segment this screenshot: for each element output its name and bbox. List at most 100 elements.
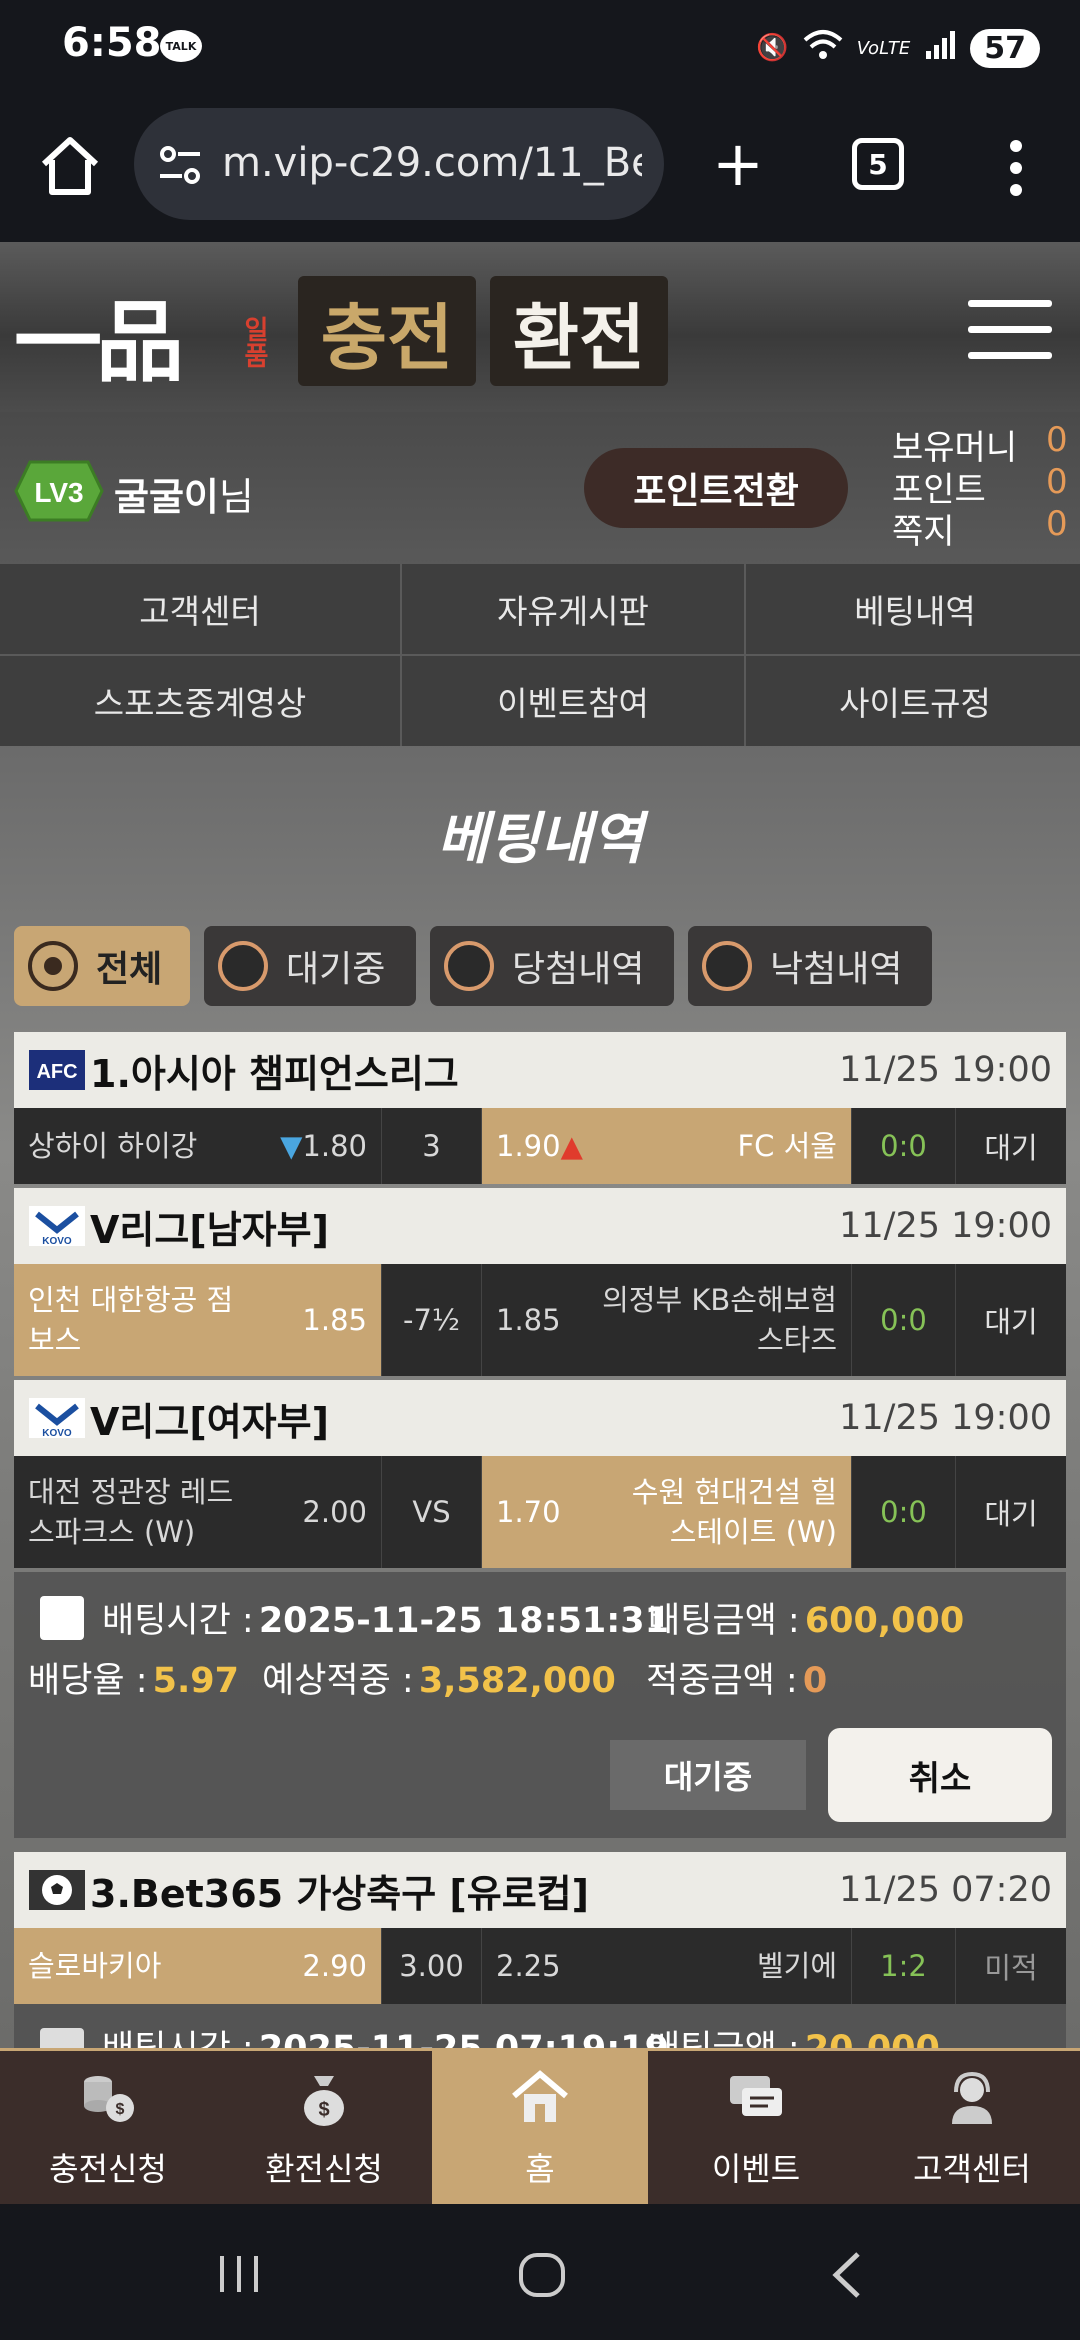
svg-text:AFC: AFC — [36, 1061, 77, 1083]
filter-all[interactable]: 전체 — [14, 926, 190, 1006]
bet-amount-value: 20,000 — [805, 2029, 940, 2048]
level-text: LV3 — [34, 477, 83, 508]
url-text[interactable]: m.vip-c29.com/11_Be — [222, 140, 642, 186]
back-icon[interactable] — [828, 2250, 864, 2300]
volte-icon: VoLTE — [856, 37, 911, 59]
new-tab-icon[interactable]: + — [712, 133, 764, 195]
away-team-cell: 1.70 수원 현대건설 힐스테이트 (W) — [482, 1456, 852, 1568]
bet-time-value: 2025-11-25 18:51:31 — [258, 1601, 669, 1641]
away-odds-wrap: 1.90▲ — [496, 1129, 583, 1163]
away-odds: 1.85 — [496, 1303, 561, 1337]
home-odds: 2.00 — [302, 1495, 367, 1529]
bet-row: 상하이 하이강 ▼1.80 3 1.90▲ FC 서울 0:0 대기 — [14, 1108, 1066, 1184]
bottom-nav-label: 이벤트 — [711, 2149, 801, 2188]
away-team-cell: 1.85 의정부 KB손해보험 스타즈 — [482, 1264, 852, 1376]
balance-message-label[interactable]: 쪽지 — [892, 504, 955, 553]
bet-select-checkbox[interactable] — [40, 1596, 84, 1640]
cancel-bet-button[interactable]: 취소 — [828, 1728, 1052, 1822]
bet-amount: 배팅금액 : 600,000 — [648, 1592, 964, 1643]
site-settings-icon[interactable] — [156, 140, 206, 190]
away-team: 수원 현대건설 힐스테이트 (W) — [631, 1475, 837, 1549]
hamburger-menu-icon[interactable] — [968, 300, 1052, 360]
away-team: FC 서울 — [737, 1129, 837, 1163]
odds-down-icon: ▼ — [280, 1129, 303, 1163]
nav-customer-center[interactable]: 고객센터 — [0, 564, 400, 654]
home-icon — [512, 2069, 568, 2122]
status-cell: 대기 — [984, 1305, 1038, 1339]
coins-icon: $ — [84, 2075, 134, 2122]
home-odds-wrap: ▼1.80 — [280, 1129, 367, 1163]
score-cell: 0:0 — [852, 1264, 956, 1376]
handicap-cell: 3 — [382, 1108, 482, 1184]
nav-bet-history[interactable]: 베팅내역 — [746, 564, 1080, 654]
home-team-cell: 대전 정관장 레드스파크스 (W) 2.00 — [14, 1456, 382, 1568]
balance-message-value[interactable]: 0 — [1046, 504, 1068, 544]
nav-sports-stream[interactable]: 스포츠중계영상 — [0, 656, 400, 746]
headset-icon — [952, 2071, 992, 2124]
away-odds: 1.90 — [496, 1129, 561, 1163]
chat-icon — [730, 2075, 782, 2116]
bet-amount: 배팅금액 : 20,000 — [648, 2020, 940, 2048]
status-cell: 미적 — [984, 1951, 1038, 1985]
away-team-cell: 2.25 벨기에 — [482, 1928, 852, 2004]
browser-home-icon[interactable] — [34, 130, 106, 202]
league-header: 3.Bet365 가상축구 [유로컵] 11/25 07:20 — [14, 1852, 1066, 1928]
odds-label: 배당율 : — [28, 1661, 148, 1701]
filter-label: 전체 — [96, 949, 163, 990]
league-name: 3.Bet365 가상축구 [유로컵] — [90, 1871, 590, 1916]
score-cell: 1:2 — [852, 1928, 956, 2004]
nav-site-rules[interactable]: 사이트규정 — [746, 656, 1080, 746]
bottom-nav-label: 고객센터 — [913, 2149, 1031, 2188]
point-convert-button[interactable]: 포인트전환 — [584, 448, 848, 528]
league-header: KOVO V리그[여자부] 11/25 19:00 — [14, 1380, 1066, 1456]
filter-pending[interactable]: 대기중 — [204, 926, 416, 1006]
balance-point-value: 0 — [1046, 462, 1068, 502]
site-logo-sub: 일품 — [239, 316, 269, 368]
radio-icon — [218, 941, 268, 991]
filter-label: 낙첨내역 — [770, 949, 903, 990]
browser-menu-icon[interactable] — [1006, 138, 1026, 198]
android-home-icon[interactable] — [518, 2252, 566, 2298]
bottom-nav-event[interactable]: 이벤트 — [648, 2051, 864, 2204]
bet-time-label: 배팅시간 : — [102, 1601, 254, 1641]
league-name: V리그[남자부] — [90, 1207, 329, 1252]
filter-label: 대기중 — [286, 949, 386, 990]
bet-time: 배팅시간 : 2025-11-25 18:51:31 — [102, 1592, 669, 1643]
page-title: 베팅내역 — [436, 807, 644, 872]
home-odds: 2.90 — [302, 1949, 367, 1983]
away-odds: 2.25 — [496, 1949, 561, 1983]
svg-text:$: $ — [116, 2101, 125, 2118]
home-team-cell: 상하이 하이강 ▼1.80 — [14, 1108, 382, 1184]
site-nav-grid: 고객센터 자유게시판 베팅내역 스포츠중계영상 이벤트참여 사이트규정 — [0, 564, 1080, 746]
win-label: 적중금액 : — [646, 1661, 798, 1701]
soccer-ball-icon — [28, 1869, 86, 1911]
win-amount: 적중금액 : 0 — [646, 1652, 827, 1703]
bet-time: 배팅시간 : 2025-11-25 07:19:19 — [102, 2020, 669, 2048]
home-team-cell: 슬로바키아 2.90 — [14, 1928, 382, 2004]
bottom-nav-charge[interactable]: $ 충전신청 — [0, 2051, 216, 2204]
bet-select-checkbox[interactable] — [40, 2028, 84, 2048]
draw-odds-cell: 3.00 — [382, 1928, 482, 2004]
filter-lost[interactable]: 낙첨내역 — [688, 926, 932, 1006]
filter-won[interactable]: 당첨내역 — [430, 926, 674, 1006]
bottom-nav-support[interactable]: 고객센터 — [864, 2051, 1080, 2204]
radio-icon — [702, 941, 752, 991]
tab-switcher-button[interactable]: 5 — [852, 138, 904, 190]
charge-button[interactable]: 충전 — [298, 276, 476, 386]
nav-free-board[interactable]: 자유게시판 — [402, 564, 744, 654]
nav-event[interactable]: 이벤트참여 — [402, 656, 744, 746]
kovo-logo-icon: KOVO — [28, 1205, 86, 1247]
home-team: 대전 정관장 레드스파크스 (W) — [28, 1475, 234, 1549]
recent-apps-icon[interactable] — [216, 2254, 262, 2294]
odds-value: 5.97 — [152, 1661, 239, 1701]
bottom-nav-home[interactable]: 홈 — [432, 2051, 648, 2204]
exchange-button[interactable]: 환전 — [490, 276, 668, 386]
handicap-cell: VS — [382, 1456, 482, 1568]
svg-text:KOVO: KOVO — [42, 1428, 72, 1438]
handicap-cell: -7½ — [382, 1264, 482, 1376]
league-header: AFC 1.아시아 챔피언스리그 11/25 19:00 — [14, 1032, 1066, 1108]
username-suffix: 님 — [218, 475, 254, 519]
league-header: KOVO V리그[남자부] 11/25 19:00 — [14, 1188, 1066, 1264]
bottom-nav-exchange[interactable]: $ 환전신청 — [216, 2051, 432, 2204]
site-logo[interactable]: 一品 — [14, 272, 184, 399]
